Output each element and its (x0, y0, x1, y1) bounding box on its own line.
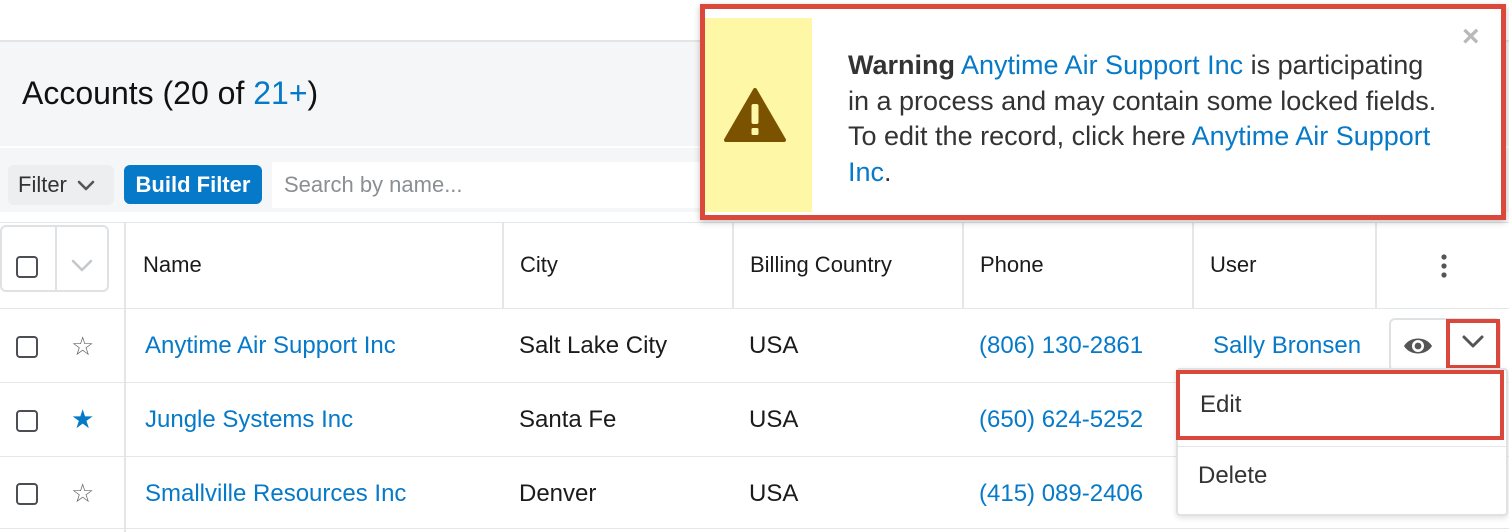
warning-label: Warning (848, 50, 955, 80)
filter-dropdown[interactable]: Filter (8, 165, 114, 205)
record-count-link[interactable]: 21+ (253, 75, 307, 111)
eye-icon[interactable] (1402, 333, 1434, 364)
warning-triangle-icon (723, 86, 787, 149)
city-cell: Denver (519, 480, 597, 507)
user-link[interactable]: Sally Bronsen (1213, 332, 1361, 360)
warning-message: Warning Anytime Air Support Inc is parti… (848, 48, 1448, 190)
menu-item-delete[interactable]: Delete (1198, 462, 1267, 490)
column-header-user[interactable]: User (1210, 252, 1256, 278)
star-icon[interactable]: ★ (71, 406, 94, 432)
page-title: Accounts (20 of 21+) (22, 75, 318, 112)
city-cell: Santa Fe (519, 406, 617, 433)
phone-link[interactable]: (415) 089-2406 (979, 480, 1143, 508)
row-actions-toggle[interactable] (1446, 319, 1500, 369)
column-divider (1192, 222, 1194, 308)
billing-country-cell: USA (749, 332, 799, 359)
city-cell: Salt Lake City (519, 332, 668, 359)
row-checkbox[interactable] (16, 483, 38, 505)
column-header-name[interactable]: Name (143, 252, 202, 278)
phone-link[interactable]: (650) 624-5252 (979, 406, 1143, 434)
billing-country-cell: USA (749, 480, 799, 507)
search-input[interactable] (272, 162, 702, 208)
filter-label: Filter (18, 172, 67, 197)
column-header-phone[interactable]: Phone (980, 252, 1044, 278)
column-header-billing-country[interactable]: Billing Country (750, 252, 892, 278)
account-name-link[interactable]: Jungle Systems Inc (145, 406, 353, 434)
row-checkbox[interactable] (16, 410, 38, 432)
column-divider (124, 222, 126, 532)
column-divider (962, 222, 964, 308)
phone-link[interactable]: (806) 130-2861 (979, 332, 1143, 360)
column-header-city[interactable]: City (520, 252, 558, 278)
build-filter-button[interactable]: Build Filter (124, 165, 262, 204)
warning-record-link[interactable]: Anytime Air Support Inc (961, 50, 1243, 80)
account-name-link[interactable]: Anytime Air Support Inc (145, 332, 396, 360)
menu-divider (1178, 446, 1506, 447)
column-divider (502, 222, 504, 308)
billing-country-cell: USA (749, 406, 799, 433)
menu-item-edit[interactable]: Edit (1176, 370, 1504, 440)
star-icon[interactable]: ☆ (71, 333, 94, 359)
select-all-checkbox[interactable] (16, 256, 38, 278)
chevron-down-icon[interactable] (70, 258, 94, 279)
vertical-dots-icon[interactable] (1437, 253, 1451, 286)
title-suffix: ) (307, 75, 319, 111)
row-divider (0, 528, 1509, 529)
title-text: Accounts (20 of (22, 75, 254, 111)
row-checkbox[interactable] (16, 336, 38, 358)
column-divider (732, 222, 734, 308)
chevron-down-icon (1461, 334, 1485, 355)
account-name-link[interactable]: Smallville Resources Inc (145, 480, 406, 508)
close-icon[interactable]: × (1462, 22, 1480, 52)
table-header-top-border (0, 222, 1509, 223)
table-header-bottom-border (0, 308, 1509, 309)
column-divider (1375, 222, 1377, 308)
mass-select-divider (55, 225, 57, 292)
chevron-down-icon (77, 172, 95, 198)
star-icon[interactable]: ☆ (71, 480, 94, 506)
warning-message-end: . (884, 156, 892, 187)
